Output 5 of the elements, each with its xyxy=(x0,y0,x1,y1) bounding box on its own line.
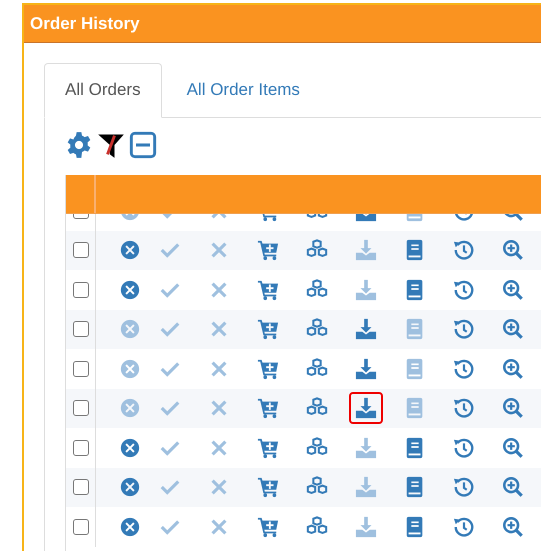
tab[interactable]: All Orders xyxy=(44,63,162,118)
panel-title: Order History xyxy=(30,14,140,34)
settings-icon[interactable] xyxy=(65,131,93,159)
collapse-icon[interactable] xyxy=(129,131,157,159)
tab[interactable]: All Order Items xyxy=(166,63,321,118)
